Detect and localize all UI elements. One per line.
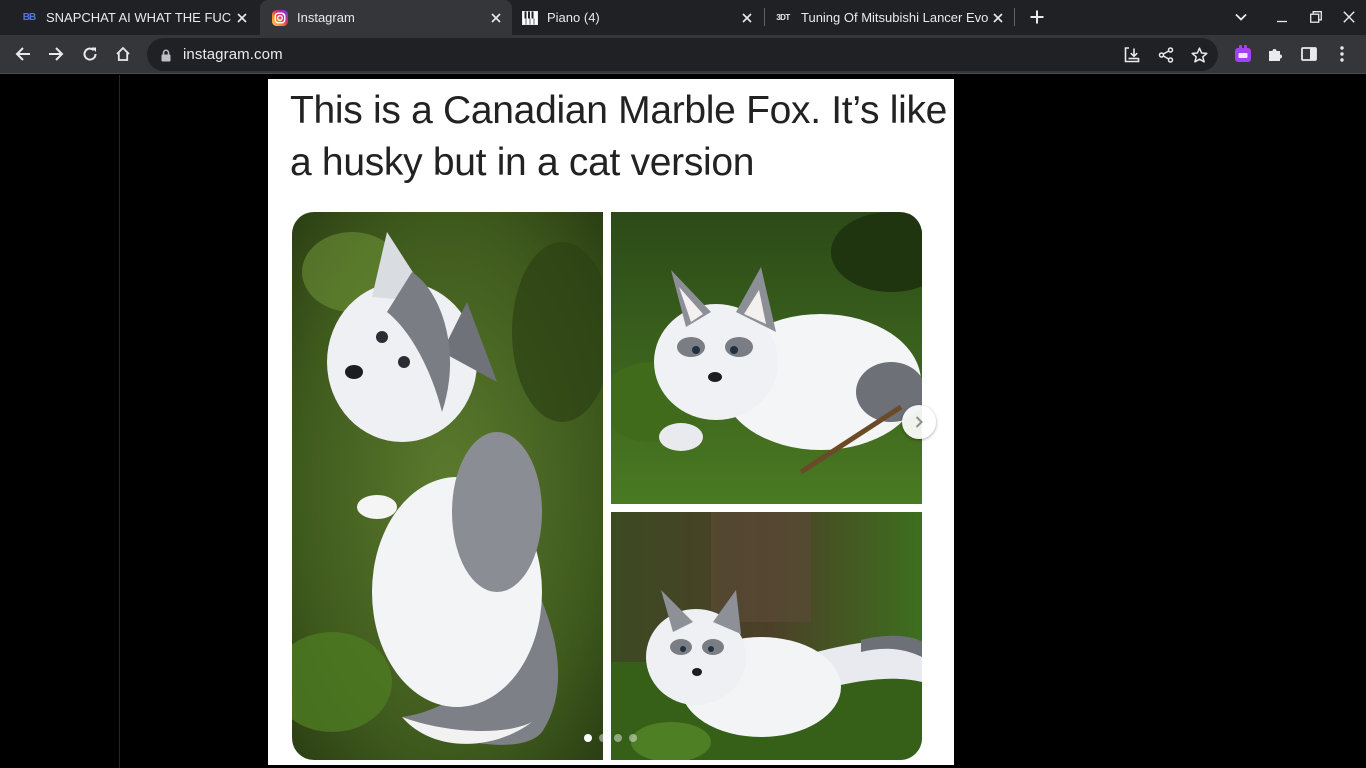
- new-tab-button[interactable]: [1024, 5, 1050, 29]
- fox-photo-top-right: [611, 212, 922, 504]
- carousel-dot[interactable]: [629, 734, 637, 742]
- extension-button[interactable]: [1228, 39, 1258, 69]
- post-caption-text: This is a Canadian Marble Fox. It’s like…: [290, 89, 948, 184]
- tab-snapchat[interactable]: BB SNAPCHAT AI WHAT THE FUCK: [0, 0, 258, 35]
- chevron-down-icon: [1235, 13, 1247, 21]
- 3dt-favicon-icon: 3DT: [776, 13, 790, 22]
- share-button[interactable]: [1153, 42, 1179, 68]
- tab-instagram[interactable]: Instagram: [260, 0, 512, 35]
- minimize-button[interactable]: [1267, 5, 1297, 29]
- extensions-menu-button[interactable]: [1260, 39, 1290, 69]
- tab-separator: [1014, 8, 1015, 26]
- tab-title: SNAPCHAT AI WHAT THE FUCK: [46, 10, 232, 25]
- carousel-dot[interactable]: [584, 734, 592, 742]
- home-button[interactable]: [108, 39, 138, 69]
- reload-button[interactable]: [75, 39, 105, 69]
- menu-button[interactable]: [1327, 39, 1357, 69]
- sidebar-divider: [119, 75, 120, 768]
- arrow-right-icon: [49, 47, 64, 61]
- fox-photo-bottom-right: [611, 512, 922, 760]
- side-panel-button[interactable]: [1294, 39, 1324, 69]
- forward-button[interactable]: [41, 39, 71, 69]
- fox-photo-left: [292, 212, 603, 760]
- tab-strip: BB SNAPCHAT AI WHAT THE FUCK Instagram P…: [0, 0, 1366, 35]
- carousel-dots: [584, 733, 637, 743]
- close-tab-icon[interactable]: [486, 8, 506, 28]
- close-tab-icon[interactable]: [988, 8, 1008, 28]
- post-media[interactable]: This is a Canadian Marble Fox. It’s like…: [268, 79, 954, 765]
- close-window-button[interactable]: [1334, 5, 1364, 29]
- tab-title: Instagram: [297, 10, 355, 25]
- kebab-menu-icon: [1340, 46, 1344, 62]
- page-content: This is a Canadian Marble Fox. It’s like…: [0, 75, 1366, 768]
- photo-collage: [292, 212, 922, 760]
- close-tab-icon[interactable]: [232, 8, 252, 28]
- restore-icon: [1310, 11, 1322, 23]
- tab-search-button[interactable]: [1230, 6, 1252, 28]
- instagram-icon: [272, 9, 288, 26]
- install-icon: [1124, 47, 1140, 63]
- carousel-next-button[interactable]: [902, 405, 936, 439]
- plus-icon: [1030, 10, 1044, 24]
- side-panel-icon: [1301, 47, 1317, 61]
- browser-toolbar: instagram.com: [0, 35, 1366, 74]
- chevron-right-icon: [915, 416, 923, 428]
- puzzle-icon: [1269, 49, 1282, 61]
- reload-icon: [83, 47, 97, 61]
- bb-favicon-icon: BB: [22, 12, 36, 23]
- restore-button[interactable]: [1301, 5, 1331, 29]
- star-icon: [1190, 46, 1208, 63]
- back-button[interactable]: [8, 39, 38, 69]
- install-app-button[interactable]: [1119, 42, 1145, 68]
- carousel-dot[interactable]: [599, 734, 607, 742]
- minimize-icon: [1277, 20, 1287, 23]
- tab-title: Piano (4): [547, 10, 600, 25]
- share-icon: [1158, 47, 1174, 63]
- tab-piano[interactable]: Piano (4): [514, 0, 763, 35]
- tab-title: Tuning Of Mitsubishi Lancer Evo: [801, 10, 988, 25]
- home-icon: [116, 46, 130, 61]
- carousel-dot[interactable]: [614, 734, 622, 742]
- lock-icon[interactable]: [159, 47, 173, 63]
- piano-icon: [522, 10, 538, 26]
- tab-mitsubishi[interactable]: 3DT Tuning Of Mitsubishi Lancer Evo: [765, 0, 1014, 35]
- purple-extension-icon: [1235, 45, 1251, 62]
- close-tab-icon[interactable]: [737, 8, 757, 28]
- address-bar[interactable]: instagram.com: [147, 38, 1218, 71]
- url-text[interactable]: instagram.com: [183, 46, 283, 63]
- close-icon: [1343, 11, 1355, 23]
- arrow-left-icon: [15, 47, 30, 61]
- bookmark-star-button[interactable]: [1186, 42, 1212, 68]
